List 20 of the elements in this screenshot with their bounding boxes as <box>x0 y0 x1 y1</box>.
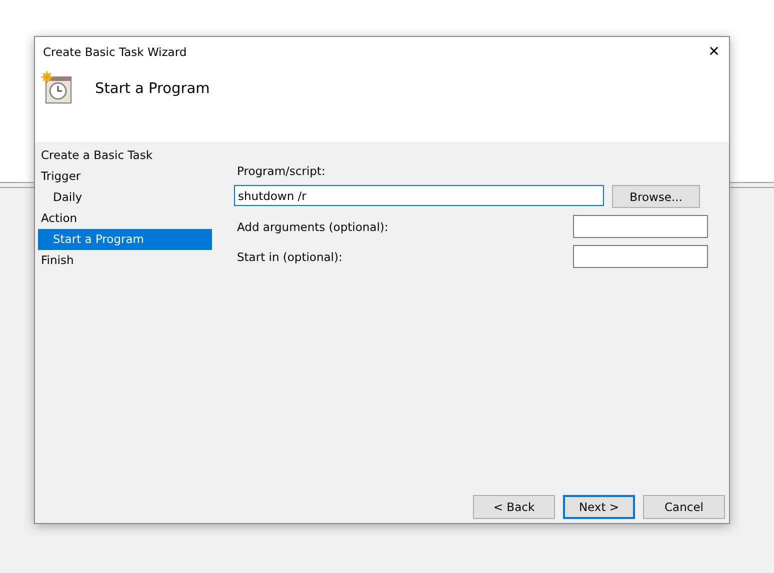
wizard-step[interactable]: Daily <box>38 187 212 208</box>
input-field[interactable] <box>573 215 708 238</box>
wizard-step[interactable]: Trigger <box>38 166 212 187</box>
field-label: Start in (optional): <box>237 250 342 264</box>
wizard-step[interactable]: Create a Basic Task <box>38 145 212 166</box>
wizard-step[interactable]: Start a Program <box>38 229 212 250</box>
window-title: Create Basic Task Wizard <box>43 45 187 59</box>
field-label: Program/script: <box>237 164 326 178</box>
input-field[interactable] <box>573 245 708 268</box>
wizard-button[interactable]: < Back <box>473 495 555 519</box>
wizard-button[interactable]: Cancel <box>643 495 725 519</box>
wizard-step[interactable]: Action <box>38 208 212 229</box>
page-title: Start a Program <box>95 81 210 97</box>
wizard-step[interactable]: Finish <box>38 250 212 271</box>
field-label: Add arguments (optional): <box>237 220 388 234</box>
browse-button[interactable]: Browse... <box>612 185 700 208</box>
wizard-button[interactable]: Next > <box>563 495 635 519</box>
program-field[interactable]: shutdown /r <box>234 185 604 206</box>
close-button[interactable]: ✕ <box>699 37 729 67</box>
clock-icon <box>41 71 73 105</box>
